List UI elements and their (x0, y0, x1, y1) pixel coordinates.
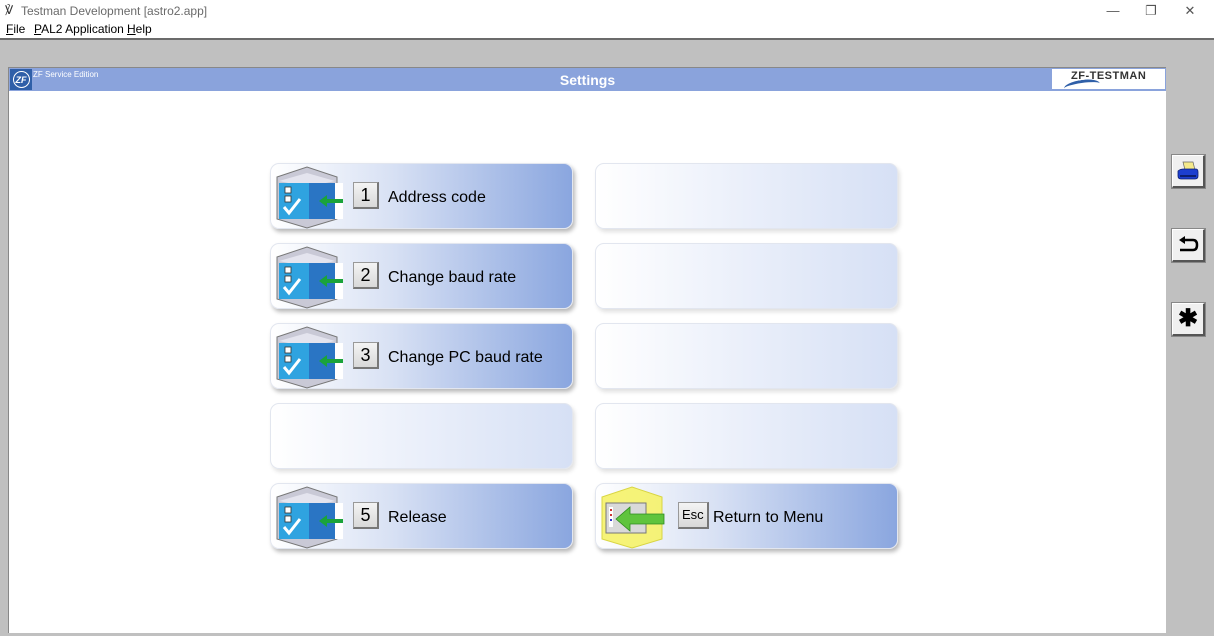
return-arrow-icon (1179, 236, 1199, 252)
title-bar: ℣ Testman Development [astro2.app] — ❐ ✕ (0, 0, 1214, 21)
asterisk-icon: ✱ (1177, 305, 1199, 332)
tile-label: Change baud rate (388, 269, 517, 286)
special-button[interactable]: ✱ (1171, 302, 1206, 337)
menu-help[interactable]: Help (127, 22, 152, 36)
main-panel: ZF ZF Service Edition Settings ZF-TESTMA… (8, 67, 1166, 633)
menu-file[interactable]: File (6, 22, 25, 36)
tile-label: Release (388, 509, 447, 526)
shortcut-key-2[interactable]: 2 (353, 262, 379, 289)
page-title: Settings (559, 72, 616, 88)
tile-label: Address code (388, 189, 486, 206)
tile-return-to-menu[interactable]: Esc Return to Menu (595, 483, 898, 549)
checklist-cube-icon (276, 486, 343, 549)
checklist-cube-icon (276, 166, 343, 229)
checklist-cube-icon (276, 326, 343, 389)
shortcut-key-3[interactable]: 3 (353, 342, 379, 369)
shortcut-key-5[interactable]: 5 (353, 502, 379, 529)
tile-release[interactable]: 5 Release (270, 483, 573, 549)
menu-bar: File PAL2 Application Help (0, 21, 1214, 40)
menu-file-label: ile (13, 22, 26, 36)
minimize-button[interactable]: — (1093, 0, 1133, 21)
tile-empty (595, 403, 898, 469)
menu-help-label: elp (135, 22, 152, 36)
header-band: ZF ZF Service Edition Settings ZF-TESTMA… (9, 68, 1166, 95)
tile-label: Return to Menu (713, 509, 824, 526)
printer-icon (1177, 161, 1199, 180)
menu-pal2-label: AL2 Application (41, 22, 124, 36)
shortcut-key-esc[interactable]: Esc (678, 502, 709, 529)
menu-pal2-application[interactable]: PAL2 Application (34, 22, 124, 36)
tile-empty (595, 243, 898, 309)
app-icon: ℣ (5, 3, 14, 17)
brand-text: ZF-TESTMAN (1071, 70, 1147, 82)
window-title: Testman Development [astro2.app] (21, 4, 208, 18)
tile-address-code[interactable]: 1 Address code (270, 163, 573, 229)
restore-button[interactable]: ❐ (1131, 0, 1171, 21)
tile-change-pc-baud-rate[interactable]: 3 Change PC baud rate (270, 323, 573, 389)
back-button[interactable] (1171, 228, 1206, 263)
close-button[interactable]: ✕ (1170, 0, 1210, 21)
tile-empty (595, 163, 898, 229)
tile-label: Change PC baud rate (388, 349, 543, 366)
brand-logo: ZF-TESTMAN (1051, 68, 1166, 95)
tile-empty (270, 403, 573, 469)
tile-empty (595, 323, 898, 389)
shortcut-key-1[interactable]: 1 (353, 182, 379, 209)
return-cube-icon (601, 486, 665, 549)
checklist-cube-icon (276, 246, 343, 309)
tile-change-baud-rate[interactable]: 2 Change baud rate (270, 243, 573, 309)
menu-help-accel: H (127, 22, 136, 36)
print-button[interactable] (1171, 154, 1206, 189)
